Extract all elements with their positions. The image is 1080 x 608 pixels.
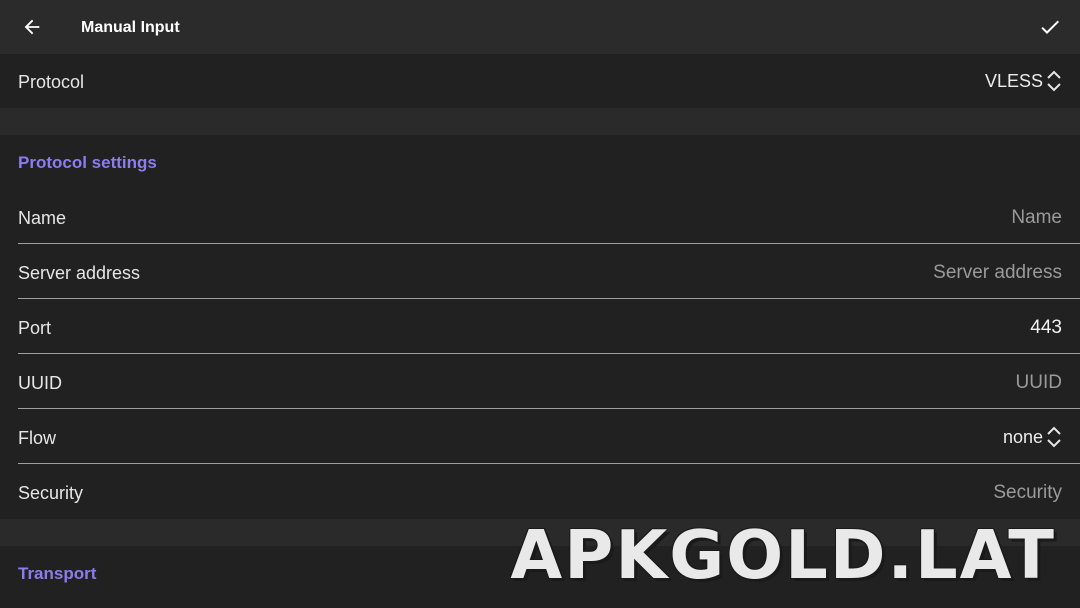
back-button[interactable] xyxy=(14,9,50,45)
divider xyxy=(18,353,1080,354)
flow-value: none xyxy=(1002,426,1043,447)
name-label: Name xyxy=(18,208,67,228)
port-label: Port xyxy=(18,318,52,338)
port-input[interactable]: 443 xyxy=(1030,317,1062,339)
name-input[interactable]: Name xyxy=(1011,207,1062,229)
divider xyxy=(18,298,1080,299)
flow-label: Flow xyxy=(18,428,57,448)
section-header-protocol-settings: Protocol settings xyxy=(18,153,157,172)
flow-select[interactable]: none xyxy=(1003,426,1062,448)
page-title: Manual Input xyxy=(81,19,180,36)
confirm-button[interactable] xyxy=(1032,9,1068,45)
uuid-label: UUID xyxy=(18,373,62,393)
divider xyxy=(18,243,1080,244)
protocol-row[interactable]: Protocol VLESS xyxy=(0,54,1080,108)
app-bar: Manual Input xyxy=(0,0,1080,54)
security-input[interactable]: Security xyxy=(993,482,1062,504)
arrow-back-icon xyxy=(24,19,40,35)
security-label: Security xyxy=(18,483,84,503)
uuid-input[interactable]: UUID xyxy=(1016,372,1062,394)
watermark-text: APKGOLD.LAT xyxy=(510,516,1056,594)
manual-input-screen: Manual Input Protocol VLESS Protocol set… xyxy=(0,0,1080,608)
protocol-label: Protocol xyxy=(18,72,85,92)
server-address-input[interactable]: Server address xyxy=(933,262,1062,284)
divider xyxy=(18,463,1080,464)
check-icon xyxy=(1041,20,1059,34)
divider xyxy=(18,408,1080,409)
server-address-label: Server address xyxy=(18,263,141,283)
protocol-value: VLESS xyxy=(984,70,1043,91)
unfold-icon xyxy=(1047,426,1061,448)
protocol-settings-section: Protocol settings Name Name Server addre… xyxy=(0,135,1080,519)
section-header-transport: Transport xyxy=(18,564,97,583)
protocol-select[interactable]: VLESS xyxy=(985,70,1062,92)
unfold-icon xyxy=(1047,70,1061,92)
